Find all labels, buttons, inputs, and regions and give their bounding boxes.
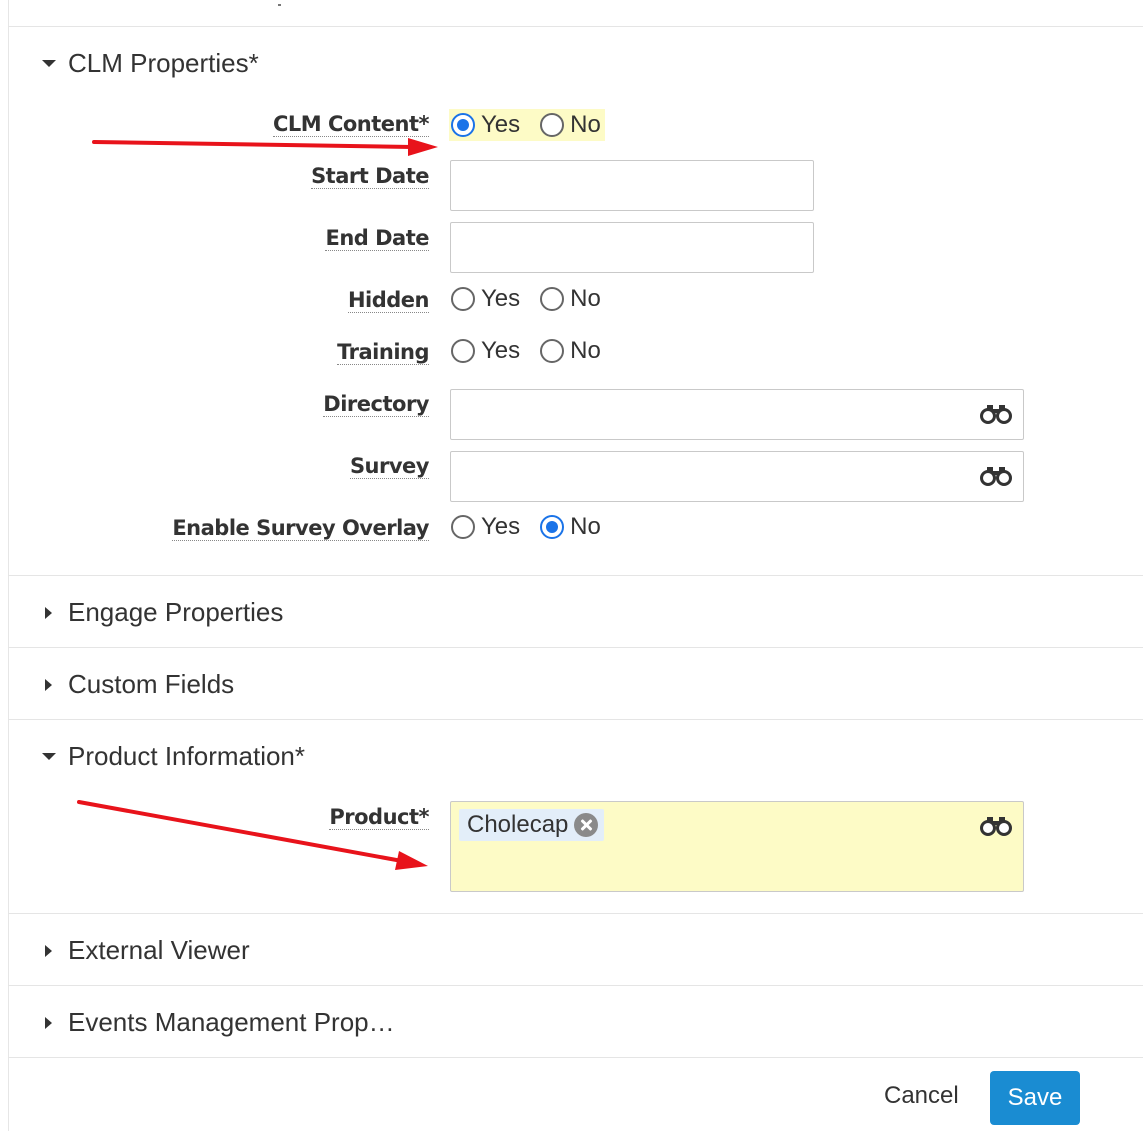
section-header-product-information[interactable]: Product Information*	[42, 741, 305, 772]
section-title: CLM Properties*	[68, 48, 259, 78]
training-yes-option[interactable]: Yes	[451, 337, 520, 365]
clm-content-radio-group: Yes No	[449, 109, 605, 141]
end-date-label: End Date	[325, 226, 429, 251]
section-title: Engage Properties	[68, 597, 284, 627]
divider	[8, 26, 1143, 27]
radio-label: No	[570, 111, 601, 138]
save-button[interactable]: Save	[990, 1071, 1080, 1125]
start-date-input[interactable]	[450, 160, 814, 211]
section-title: Product Information*	[68, 741, 306, 771]
divider	[8, 1057, 1143, 1058]
cancel-button[interactable]: Cancel	[868, 1078, 975, 1114]
clm-content-no-option[interactable]: No	[540, 111, 601, 139]
section-header-clm-properties[interactable]: CLM Properties*	[42, 48, 259, 79]
hidden-no-option[interactable]: No	[540, 285, 601, 313]
radio-label: No	[570, 337, 601, 364]
hidden-label: Hidden	[347, 288, 430, 313]
caret-right-icon	[45, 944, 52, 957]
radio-checked-icon[interactable]	[451, 113, 475, 137]
close-circle-icon[interactable]	[574, 813, 599, 837]
radio-unchecked-icon[interactable]	[451, 287, 475, 311]
enable-survey-overlay-label: Enable Survey Overlay	[172, 516, 429, 541]
section-header-custom-fields[interactable]: Custom Fields	[42, 669, 234, 700]
top-scroll-marker	[278, 4, 281, 6]
product-label: Product*	[329, 805, 429, 830]
directory-input[interactable]	[450, 389, 1024, 440]
divider	[8, 647, 1143, 648]
divider	[8, 719, 1143, 720]
hidden-radio-group: Yes No	[449, 283, 605, 315]
radio-unchecked-icon[interactable]	[451, 339, 475, 363]
section-header-engage-properties[interactable]: Engage Properties	[42, 597, 283, 628]
radio-unchecked-icon[interactable]	[451, 515, 475, 539]
section-title: Custom Fields	[68, 669, 235, 699]
survey-label: Survey	[349, 454, 430, 479]
training-radio-group: Yes No	[449, 335, 605, 367]
radio-label: Yes	[481, 111, 521, 138]
enable-survey-overlay-no-option[interactable]: No	[540, 513, 601, 541]
radio-label: Yes	[481, 285, 521, 312]
radio-label: No	[570, 513, 601, 540]
binoculars-icon[interactable]	[979, 466, 1013, 486]
enable-survey-overlay-yes-option[interactable]: Yes	[451, 513, 520, 541]
caret-down-icon	[42, 753, 56, 760]
survey-input[interactable]	[450, 451, 1024, 502]
section-title: External Viewer	[68, 935, 250, 965]
divider	[8, 913, 1143, 914]
section-title: Events Management Prop…	[68, 1007, 395, 1037]
clm-content-yes-option[interactable]: Yes	[451, 111, 520, 139]
radio-label: Yes	[481, 513, 521, 540]
binoculars-icon[interactable]	[979, 404, 1013, 424]
product-tag-label: Cholecap	[467, 811, 569, 838]
radio-label: No	[570, 285, 601, 312]
start-date-label: Start Date	[311, 164, 429, 189]
radio-label: Yes	[481, 337, 521, 364]
radio-unchecked-icon[interactable]	[540, 113, 565, 137]
product-tag: Cholecap	[459, 809, 605, 841]
caret-right-icon	[45, 606, 52, 619]
divider	[8, 985, 1143, 986]
radio-unchecked-icon[interactable]	[540, 339, 565, 363]
radio-unchecked-icon[interactable]	[540, 287, 565, 311]
directory-label: Directory	[323, 392, 429, 417]
caret-right-icon	[45, 678, 52, 691]
hidden-yes-option[interactable]: Yes	[451, 285, 520, 313]
product-input[interactable]: Cholecap	[450, 801, 1024, 892]
end-date-input[interactable]	[450, 222, 814, 273]
caret-down-icon	[42, 60, 56, 67]
clm-content-label: CLM Content*	[272, 112, 430, 137]
divider	[8, 575, 1143, 576]
section-header-external-viewer[interactable]: External Viewer	[42, 935, 250, 966]
enable-survey-overlay-radio-group: Yes No	[449, 511, 605, 543]
training-no-option[interactable]: No	[540, 337, 601, 365]
section-header-events-management[interactable]: Events Management Prop…	[42, 1007, 395, 1038]
radio-checked-icon[interactable]	[540, 515, 565, 539]
training-label: Training	[337, 340, 429, 365]
caret-right-icon	[45, 1016, 52, 1029]
binoculars-icon[interactable]	[979, 816, 1013, 836]
